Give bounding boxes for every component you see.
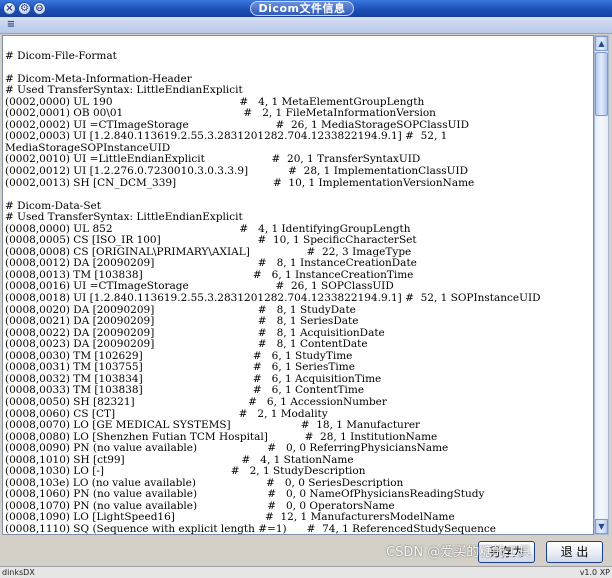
scroll-up-icon[interactable]: ▲ [595, 36, 608, 51]
scroll-thumb[interactable] [595, 52, 608, 116]
window-title: Dicom文件信息 [250, 1, 354, 16]
text-line: (0008,1110) SQ (Sequence with explicit l… [5, 522, 497, 535]
menu-strip: ≡ [0, 17, 612, 34]
exit-button[interactable]: 退 出 [546, 541, 603, 563]
text-line: # Used TransferSyntax: LittleEndianExpli… [5, 84, 243, 97]
menu-icon[interactable]: ≡ [4, 19, 18, 31]
text-line: (0002,0012) UI [1.2.276.0.7230010.3.0.3.… [5, 165, 469, 178]
dicom-info-textarea[interactable]: # Dicom-File-Format # Dicom-Meta-Informat… [2, 35, 594, 535]
watermark: CSDN @爱买的糖的工具 [386, 545, 532, 560]
minimize-icon[interactable]: ⊖ [33, 2, 46, 15]
text-line: (0008,0050) SH [82321] # 6, 1 AccessionN… [5, 395, 387, 408]
text-line: (0008,0018) UI [1.2.840.113619.2.55.3.28… [5, 292, 541, 305]
status-left-text: dinksDX [2, 568, 35, 577]
text-line: # Dicom-File-Format [5, 49, 117, 62]
title-bar: × ⚙ ⊖ Dicom文件信息 [0, 0, 612, 17]
text-line [5, 62, 593, 74]
status-bar: dinksDX v1.0 XP [0, 566, 612, 578]
gear-icon[interactable]: ⚙ [18, 2, 31, 15]
vertical-scrollbar[interactable]: ▲ ▼ [594, 35, 609, 535]
text-line [5, 189, 593, 201]
text-line [5, 39, 593, 51]
dicom-info-text: # Dicom-File-Format # Dicom-Meta-Informat… [5, 39, 593, 535]
close-icon[interactable]: × [3, 2, 16, 15]
text-line: (0008,0070) LO [GE MEDICAL SYSTEMS] # 18… [5, 419, 421, 432]
text-line: (0008,0090) PN (no value available) # 0,… [5, 442, 449, 455]
scroll-down-icon[interactable]: ▼ [595, 519, 608, 534]
status-version-text: v1.0 XP [579, 568, 610, 577]
text-line: (0002,0013) SH [CN_DCM_339] # 10, 1 Impl… [5, 176, 475, 189]
text-line: (0008,0021) DA [20090209] # 8, 1 SeriesD… [5, 315, 359, 328]
